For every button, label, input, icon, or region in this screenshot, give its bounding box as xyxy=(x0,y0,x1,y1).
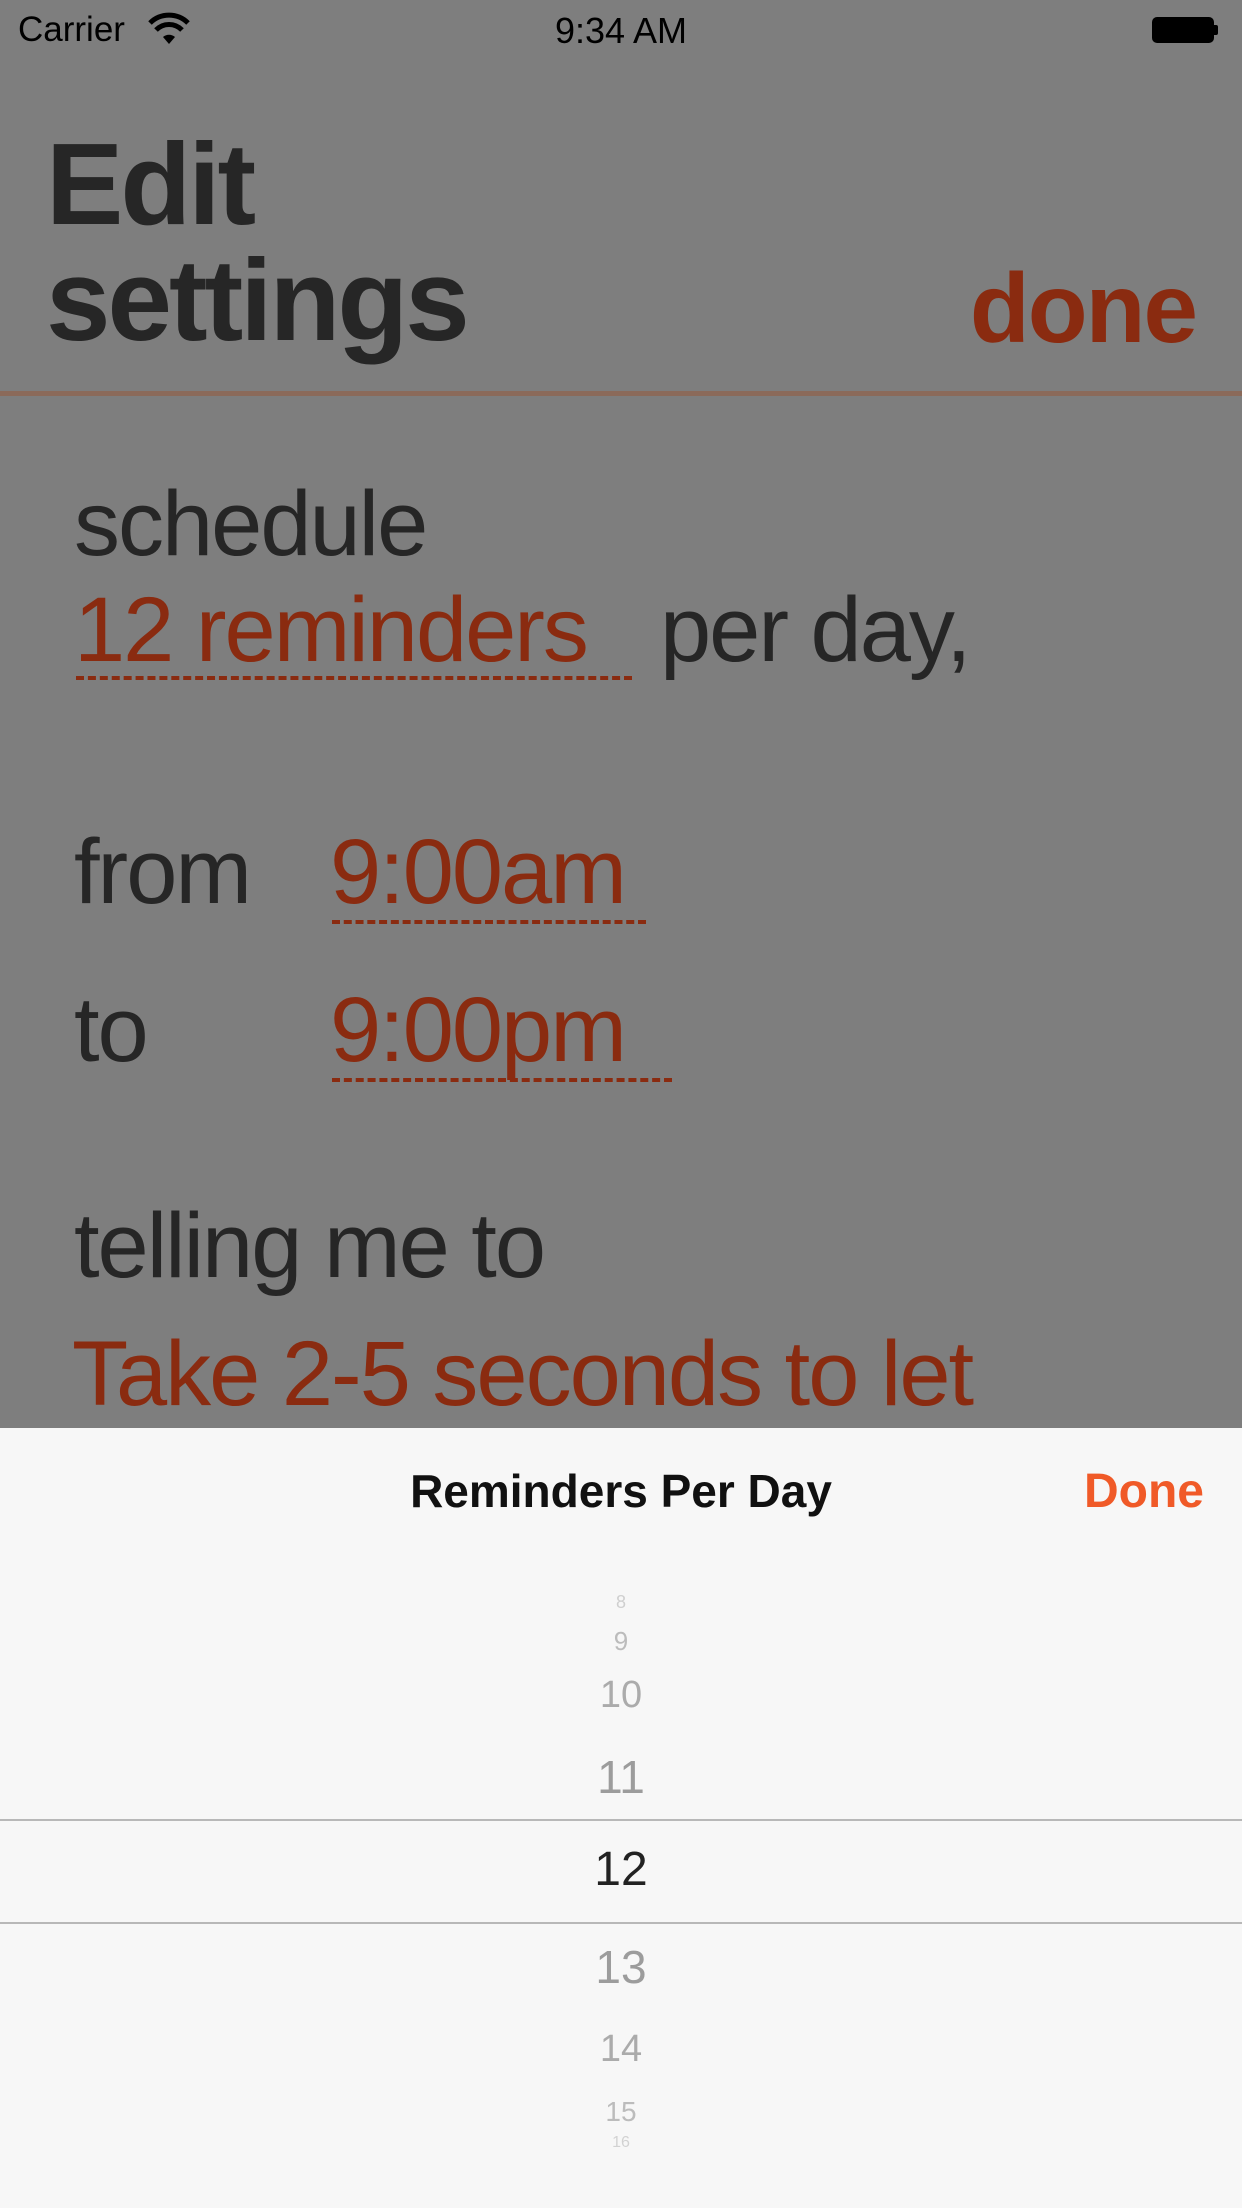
picker-option[interactable]: 16 xyxy=(0,2134,1242,2152)
page-title-line1: Edit xyxy=(46,119,256,249)
status-bar: Carrier 9:34 AM xyxy=(0,0,1242,60)
to-time-underline xyxy=(332,1078,672,1082)
from-time-underline xyxy=(332,920,646,924)
picker-option[interactable]: 11 xyxy=(0,1750,1242,1804)
picker-option[interactable]: 10 xyxy=(0,1674,1242,1717)
page-title-line2: settings xyxy=(46,235,470,365)
page-title: Edit settings xyxy=(46,119,470,365)
header-divider xyxy=(0,391,1242,396)
picker-selected-option[interactable]: 12 xyxy=(0,1842,1242,1897)
picker-selection-bottom-line xyxy=(0,1922,1242,1924)
picker-option[interactable]: 8 xyxy=(0,1592,1242,1613)
picker-selection-top-line xyxy=(0,1819,1242,1821)
telling-me-to-label: telling me to xyxy=(74,1195,546,1297)
picker-option[interactable]: 15 xyxy=(0,2096,1242,2128)
picker-option[interactable]: 9 xyxy=(0,1626,1242,1657)
to-time-field[interactable]: 9:00pm xyxy=(330,978,627,1083)
picker-done-button[interactable]: Done xyxy=(1084,1464,1204,1519)
from-time-field[interactable]: 9:00am xyxy=(330,820,627,925)
reminders-underline xyxy=(76,676,632,680)
picker-title: Reminders Per Day xyxy=(410,1465,832,1517)
from-label: from xyxy=(74,821,252,923)
per-day-text: per day, xyxy=(660,579,972,681)
reminders-per-day-field[interactable]: 12 reminders xyxy=(74,578,589,683)
picker-sheet: Reminders Per Day Done 8 9 10 11 12 13 1… xyxy=(0,1428,1242,2208)
done-button[interactable]: done xyxy=(970,252,1198,365)
reminder-message-field[interactable]: Take 2-5 seconds to let xyxy=(72,1322,974,1427)
battery-icon xyxy=(1152,17,1218,43)
clock: 9:34 AM xyxy=(554,10,688,51)
schedule-label: schedule xyxy=(74,473,428,575)
picker-option[interactable]: 14 xyxy=(0,2028,1242,2071)
picker-option[interactable]: 13 xyxy=(0,1940,1242,1994)
to-label: to xyxy=(74,979,149,1081)
